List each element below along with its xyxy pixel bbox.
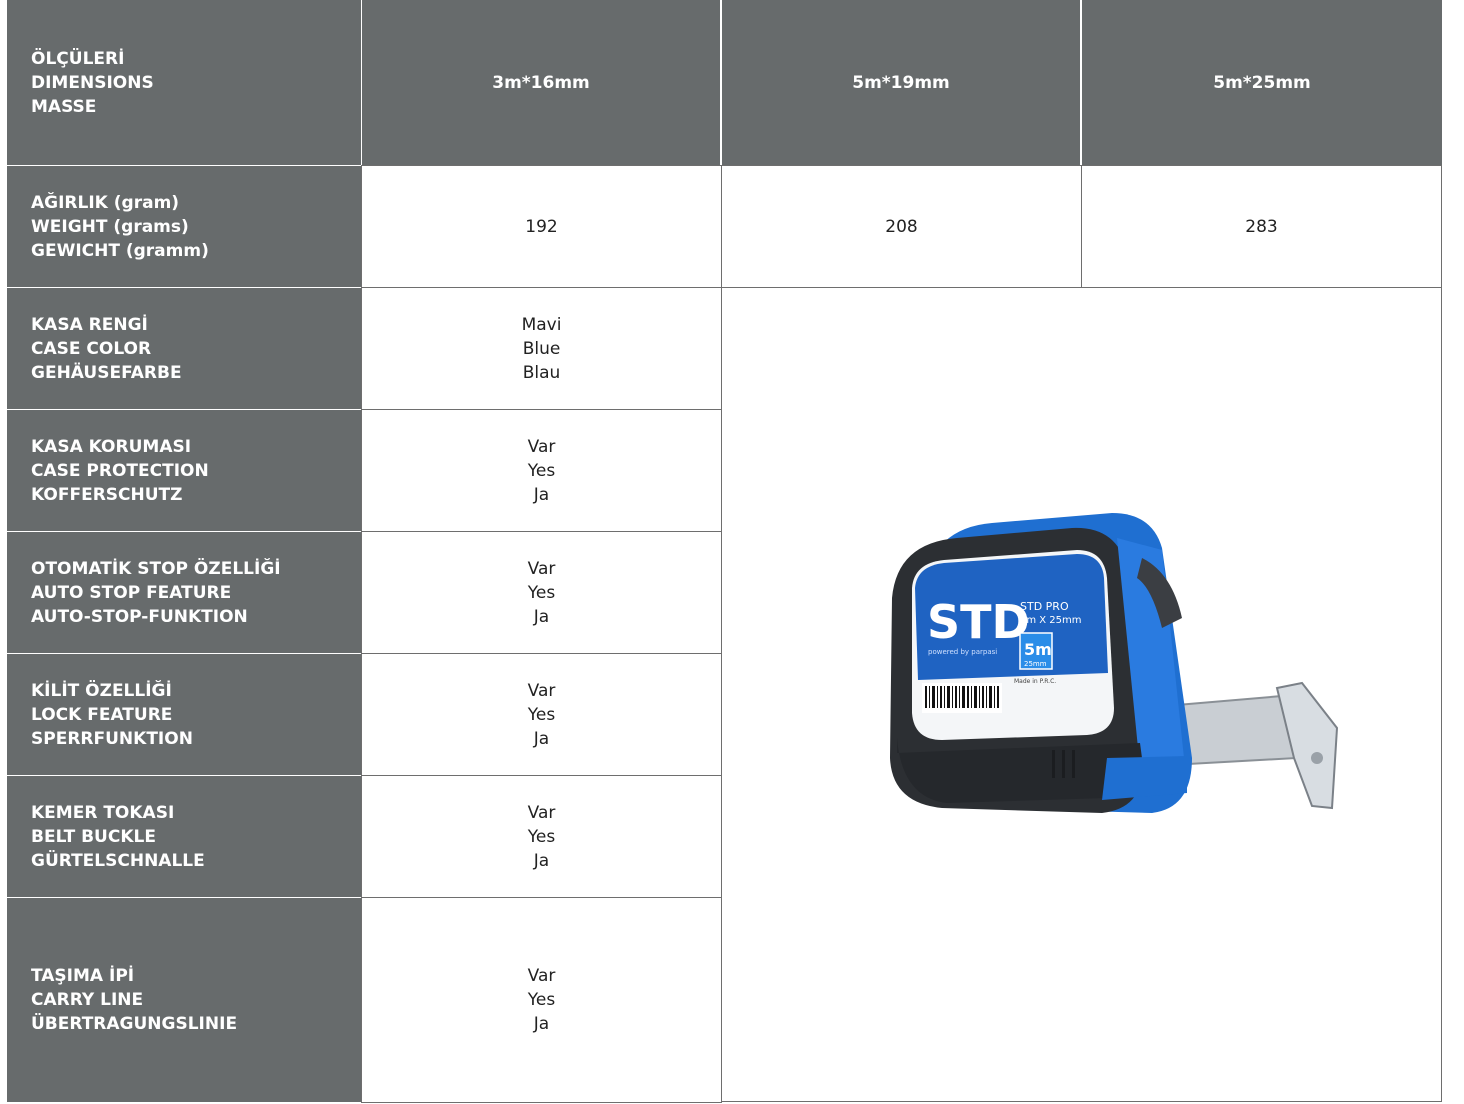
dimensions-label-tr: ÖLÇÜLERİ <box>31 48 125 69</box>
feature-label-line: SPERRFUNKTION <box>31 728 193 749</box>
feature-value-line: Ja <box>533 728 550 749</box>
feature-value-carry-line: Var Yes Ja <box>361 897 722 1103</box>
feature-label-line: TAŞIMA İPİ <box>31 966 135 986</box>
feature-label-line: AUTO-STOP-FUNKTION <box>31 606 248 627</box>
made-in-text: Made in P.R.C. <box>1014 678 1056 685</box>
feature-label-line: ÜBERTRAGUNGSLINIE <box>31 1014 238 1034</box>
size-text: 5m X 25mm <box>1020 615 1082 626</box>
feature-label-line: KASA RENGİ <box>31 314 148 335</box>
feature-value-line: Var <box>527 680 556 701</box>
dimensions-label-de: MASSE <box>31 96 97 117</box>
feature-value-line: Ja <box>533 606 550 627</box>
feature-label-line: KASA KORUMASI <box>31 436 192 457</box>
model-text: STD PRO <box>1020 600 1069 613</box>
tagline-text: powered by parpasi <box>928 648 997 656</box>
feature-value-belt-buckle: Var Yes Ja <box>361 775 722 898</box>
feature-value-line: Blue <box>522 338 561 359</box>
feature-value-line: Yes <box>527 990 556 1010</box>
feature-value-line: Var <box>527 436 556 457</box>
size-header-1: 3m*16mm <box>362 0 720 165</box>
feature-value-line: Ja <box>533 850 550 871</box>
feature-value-line: Yes <box>527 582 556 603</box>
weight-label-tr: AĞIRLIK (gram) <box>31 192 180 213</box>
feature-label-line: KOFFERSCHUTZ <box>31 484 183 505</box>
feature-label-line: GÜRTELSCHNALLE <box>31 850 205 871</box>
feature-label-line: CARRY LINE <box>31 990 144 1010</box>
feature-value-line: Yes <box>527 704 556 725</box>
weight-value-2: 208 <box>721 165 1082 288</box>
tape-measure-image: STD STD PRO 5m X 25mm powered by parpasi… <box>890 513 1339 813</box>
feature-value-case-color: Mavi Blue Blau <box>361 287 722 410</box>
feature-label-carry-line: TAŞIMA İPİ CARRY LINE ÜBERTRAGUNGSLINIE <box>7 898 361 1102</box>
feature-label-line: KEMER TOKASI <box>31 802 175 823</box>
feature-label-case-color: KASA RENGİ CASE COLOR GEHÄUSEFARBE <box>7 288 361 409</box>
feature-label-line: AUTO STOP FEATURE <box>31 582 232 603</box>
feature-value-line: Yes <box>527 460 556 481</box>
feature-value-line: Var <box>527 966 556 986</box>
feature-label-line: OTOMATİK STOP ÖZELLİĞİ <box>31 558 281 579</box>
dimensions-header: ÖLÇÜLERİ DIMENSIONS MASSE <box>7 0 361 165</box>
feature-value-line: Blau <box>522 362 561 383</box>
product-photo-cell: STD STD PRO 5m X 25mm powered by parpasi… <box>721 287 1442 1102</box>
size-header-3: 5m*25mm <box>1082 0 1442 165</box>
brand-text: STD <box>927 595 1030 649</box>
feature-value-lock: Var Yes Ja <box>361 653 722 776</box>
weight-value-1: 192 <box>361 165 722 288</box>
weight-label-de: GEWICHT (gramm) <box>31 240 209 261</box>
feature-value-line: Ja <box>533 484 550 505</box>
feature-label-line: BELT BUCKLE <box>31 826 156 847</box>
feature-label-line: LOCK FEATURE <box>31 704 173 725</box>
size-header-2: 5m*19mm <box>722 0 1080 165</box>
badge-big-text: 5m <box>1024 640 1052 659</box>
feature-label-lock: KİLİT ÖZELLİĞİ LOCK FEATURE SPERRFUNKTIO… <box>7 654 361 775</box>
feature-label-line: CASE PROTECTION <box>31 460 209 481</box>
feature-label-line: CASE COLOR <box>31 338 152 359</box>
feature-value-auto-stop: Var Yes Ja <box>361 531 722 654</box>
weight-label: AĞIRLIK (gram) WEIGHT (grams) GEWICHT (g… <box>7 166 361 287</box>
feature-value-case-protection: Var Yes Ja <box>361 409 722 532</box>
feature-value-line: Var <box>527 558 556 579</box>
feature-value-line: Yes <box>527 826 556 847</box>
dimensions-label-en: DIMENSIONS <box>31 72 154 93</box>
feature-label-case-protection: KASA KORUMASI CASE PROTECTION KOFFERSCHU… <box>7 410 361 531</box>
feature-label-line: KİLİT ÖZELLİĞİ <box>31 680 172 701</box>
weight-value-3: 283 <box>1081 165 1442 288</box>
feature-value-line: Ja <box>533 1014 550 1034</box>
feature-label-line: GEHÄUSEFARBE <box>31 362 182 383</box>
feature-value-line: Mavi <box>521 314 562 335</box>
weight-label-en: WEIGHT (grams) <box>31 216 189 237</box>
feature-label-belt-buckle: KEMER TOKASI BELT BUCKLE GÜRTELSCHNALLE <box>7 776 361 897</box>
barcode-icon <box>922 683 1002 713</box>
feature-value-line: Var <box>527 802 556 823</box>
badge-small-text: 25mm <box>1024 660 1047 668</box>
feature-label-auto-stop: OTOMATİK STOP ÖZELLİĞİ AUTO STOP FEATURE… <box>7 532 361 653</box>
